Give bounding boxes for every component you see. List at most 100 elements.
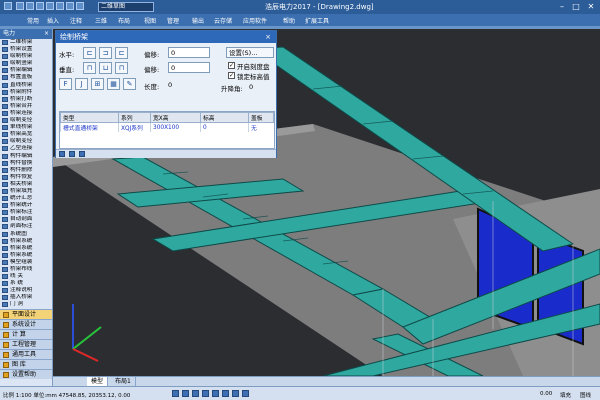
menu-item-home[interactable]: 常用 <box>27 16 39 25</box>
otrack-icon[interactable] <box>222 390 229 397</box>
save-icon[interactable] <box>36 2 44 10</box>
sidebar-item[interactable]: 构件编辑 <box>0 153 52 160</box>
sidebar-item[interactable]: 单线桥架 <box>0 124 52 131</box>
sidebar-item[interactable]: 相关桥架 <box>0 181 52 188</box>
sidebar-item[interactable]: 插入桥架 <box>0 294 52 301</box>
grid-icon[interactable] <box>182 390 189 397</box>
sidebar-item[interactable]: 桥架系统 <box>0 238 52 245</box>
h-align-left-icon[interactable]: ⊏ <box>83 47 96 59</box>
dialog-close-icon[interactable]: × <box>265 31 271 43</box>
sidebar-section[interactable]: 工程管理 <box>0 338 52 349</box>
menu-item-cloud[interactable]: 云存储 <box>214 16 232 25</box>
app-menu-icon[interactable] <box>4 2 12 10</box>
v-align-top-icon[interactable]: ⊓ <box>83 62 96 74</box>
redo-icon[interactable] <box>76 2 84 10</box>
sidebar-item[interactable]: 构件恢复 <box>0 174 52 181</box>
menu-item-3d[interactable]: 三维 <box>95 16 107 25</box>
tray-type-icon[interactable]: F <box>59 78 72 90</box>
sidebar-item[interactable]: 线 关 <box>0 273 52 280</box>
sidebar-item[interactable]: 剖面标注 <box>0 223 52 230</box>
menu-item-layout[interactable]: 布局 <box>118 16 130 25</box>
menu-item-help[interactable]: 帮助 <box>283 16 295 25</box>
sidebar-item[interactable]: 注释说明 <box>0 287 52 294</box>
polar-icon[interactable] <box>202 390 209 397</box>
sidebar-item[interactable]: 自动剖面 <box>0 216 52 223</box>
lock-elev-checkbox[interactable]: ✓ <box>228 72 235 79</box>
sidebar-item[interactable]: 二维桥架 <box>0 39 52 46</box>
print-icon[interactable] <box>56 2 64 10</box>
sidebar-item[interactable]: 构件替换 <box>0 160 52 167</box>
footer-tool-icon[interactable] <box>69 151 75 157</box>
maximize-button[interactable]: □ <box>570 1 582 12</box>
sidebar-item[interactable]: 桥架布线 <box>0 266 52 273</box>
undo-icon[interactable] <box>66 2 74 10</box>
sidebar-item[interactable]: 桥架合并 <box>0 103 52 110</box>
sidebar-item[interactable]: 桥架系统 <box>0 245 52 252</box>
h-align-center-icon[interactable]: ⊐ <box>99 47 112 59</box>
v-align-middle-icon[interactable]: ⊔ <box>99 62 112 74</box>
sidebar-item[interactable]: 绘制桥架 <box>0 53 52 60</box>
sidebar-item[interactable]: 门 洞 <box>0 301 52 308</box>
sidebar-item[interactable]: 模型组装 <box>0 259 52 266</box>
menu-item-output[interactable]: 输出 <box>192 16 204 25</box>
sidebar-item[interactable]: 桥架打断 <box>0 96 52 103</box>
sidebar-item[interactable]: 桥架连接 <box>0 110 52 117</box>
saveas-icon[interactable] <box>46 2 54 10</box>
h-align-right-icon[interactable]: ⊏ <box>115 47 128 59</box>
sidebar-item[interactable]: 桥架编辑 <box>0 67 52 74</box>
sidebar-item[interactable]: 绘制竖架 <box>0 60 52 67</box>
sidebar-item[interactable]: 统计汇总 <box>0 195 52 202</box>
menu-item-extensions[interactable]: 扩展工具 <box>305 16 329 25</box>
sidebar-item[interactable]: 布置盖板 <box>0 74 52 81</box>
v-align-bottom-icon[interactable]: ⊓ <box>115 62 128 74</box>
lineweight-icon[interactable] <box>232 390 239 397</box>
menu-item-apps[interactable]: 应用软件 <box>243 16 267 25</box>
sidebar-item[interactable]: 绘制变径 <box>0 138 52 145</box>
offset2-input[interactable]: 0 <box>168 62 210 73</box>
sidebar-item[interactable]: 桥架高宽 <box>0 131 52 138</box>
tray-cover-icon[interactable]: J <box>75 78 88 90</box>
tray-brush-icon[interactable]: ✎ <box>123 78 136 90</box>
settings-button[interactable]: 设置(S)... <box>226 47 274 58</box>
sidebar-item[interactable]: 构件删除 <box>0 167 52 174</box>
sidebar-section[interactable]: 图 库 <box>0 358 52 369</box>
workspace-dropdown[interactable]: 二维草图 <box>98 2 154 12</box>
tray-list-icon[interactable]: ▦ <box>107 78 120 90</box>
sidebar-item[interactable]: 直线桥架 <box>0 82 52 89</box>
close-button[interactable]: ✕ <box>585 1 597 12</box>
menu-item-view[interactable]: 视图 <box>144 16 156 25</box>
model-icon[interactable] <box>242 390 249 397</box>
menu-item-annotate[interactable]: 注释 <box>70 16 82 25</box>
sidebar-item[interactable]: 桥架设置 <box>0 46 52 53</box>
cell-size[interactable]: 300X100 <box>150 122 201 132</box>
dial-checkbox[interactable]: ✓ <box>228 62 235 69</box>
offset1-input[interactable]: 0 <box>168 47 210 58</box>
sidebar-section[interactable]: 系统设计 <box>0 318 52 329</box>
cell-series[interactable]: XQJ系列 <box>118 122 151 132</box>
sidebar-section[interactable]: 通用工具 <box>0 348 52 359</box>
osnap-icon[interactable] <box>212 390 219 397</box>
snap-icon[interactable] <box>172 390 179 397</box>
sidebar-item[interactable]: 乙型连接 <box>0 145 52 152</box>
footer-tool-icon[interactable] <box>59 151 65 157</box>
menu-item-insert[interactable]: 插入 <box>47 16 59 25</box>
open-icon[interactable] <box>26 2 34 10</box>
sidebar-close-icon[interactable]: × <box>44 29 49 39</box>
sidebar-item[interactable]: 桥架填充 <box>0 188 52 195</box>
cell-elevation[interactable]: 0 <box>200 122 249 132</box>
new-icon[interactable] <box>16 2 24 10</box>
sidebar-item[interactable]: 系统图 <box>0 231 52 238</box>
sidebar-item[interactable]: 绘制变径 <box>0 117 52 124</box>
sidebar-item[interactable]: 桥架系统 <box>0 252 52 259</box>
cell-cover[interactable]: 无 <box>248 122 274 132</box>
sidebar-section[interactable]: 计 算 <box>0 328 52 339</box>
sidebar-item[interactable]: 桥架标注 <box>0 209 52 216</box>
sidebar-section[interactable]: 平面设计 <box>0 308 52 319</box>
cell-type[interactable]: 槽式直通桥架 <box>60 122 119 132</box>
sidebar-section[interactable]: 设置帮助 <box>0 368 52 379</box>
table-row[interactable]: 槽式直通桥架 XQJ系列 300X100 0 无 <box>60 122 274 132</box>
footer-tool-icon[interactable] <box>79 151 85 157</box>
dialog-titlebar[interactable]: 绘制桥架 × <box>56 31 276 43</box>
status-fill[interactable]: 填充 <box>560 391 571 399</box>
sidebar-item[interactable]: 桥架统计 <box>0 202 52 209</box>
